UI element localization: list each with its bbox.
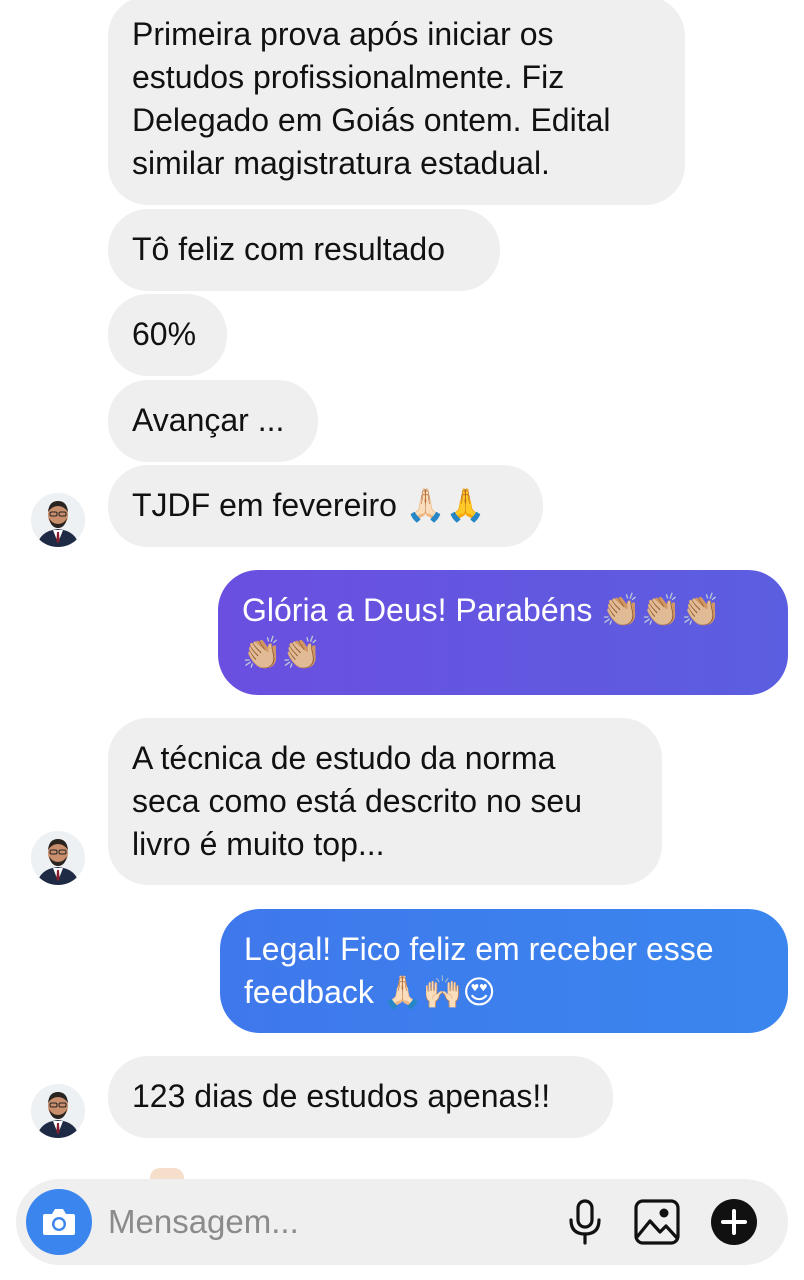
message-bubble-outgoing[interactable]: Glória a Deus! Parabéns 👏🏼👏🏼👏🏼 👏🏼👏🏼 [218, 570, 788, 695]
message-composer [16, 1179, 788, 1265]
avatar-image [31, 493, 85, 547]
microphone-icon [569, 1199, 601, 1245]
avatar-image [31, 831, 85, 885]
message-text: TJDF em fevereiro 🙏🏻🙏 [132, 487, 486, 523]
message-text: feedback 🙏🏻🙌🏻😍 [244, 974, 496, 1010]
contact-avatar[interactable] [31, 1084, 85, 1138]
message-text: Avançar ... [132, 402, 285, 438]
message-text: Tô feliz com resultado [132, 231, 446, 267]
message-text: Legal! Fico feliz em receber esse [244, 931, 714, 967]
message-bubble-incoming[interactable]: A técnica de estudo da norma seca como e… [108, 718, 662, 885]
camera-icon [43, 1209, 75, 1235]
message-bubble-incoming[interactable]: Avançar ... [108, 380, 318, 462]
message-text: estudos profissionalmente. Fiz [132, 59, 565, 95]
contact-avatar[interactable] [31, 831, 85, 885]
message-bubble-incoming[interactable]: 60% [108, 294, 227, 376]
message-bubble-incoming[interactable]: Primeira prova após iniciar os estudos p… [108, 0, 685, 205]
message-bubble-incoming[interactable]: 123 dias de estudos apenas!! [108, 1056, 613, 1138]
message-text: 123 dias de estudos apenas!! [132, 1078, 551, 1114]
message-text: Delegado em Goiás ontem. Edital [132, 102, 611, 138]
message-text: 👏🏼👏🏼 [242, 635, 322, 671]
gallery-button[interactable] [632, 1197, 682, 1247]
image-icon [634, 1199, 680, 1245]
message-text: seca como está descrito no seu [132, 783, 583, 819]
message-bubble-incoming[interactable]: Tô feliz com resultado [108, 209, 500, 291]
contact-avatar[interactable] [31, 493, 85, 547]
microphone-button[interactable] [560, 1197, 610, 1247]
message-text: A técnica de estudo da norma [132, 740, 556, 776]
plus-circle-icon [711, 1199, 757, 1245]
message-text: 60% [132, 316, 197, 352]
message-text: livro é muito top... [132, 826, 385, 862]
message-text: Primeira prova após iniciar os [132, 16, 554, 52]
message-bubble-outgoing[interactable]: Legal! Fico feliz em receber esse feedba… [220, 909, 788, 1033]
chat-screen: Primeira prova após iniciar os estudos p… [0, 0, 804, 1280]
message-input[interactable] [108, 1199, 538, 1245]
message-text: similar magistratura estadual. [132, 145, 550, 181]
avatar-image [31, 1084, 85, 1138]
message-text: Glória a Deus! Parabéns 👏🏼👏🏼👏🏼 [242, 592, 721, 628]
message-bubble-incoming[interactable]: TJDF em fevereiro 🙏🏻🙏 [108, 465, 543, 547]
add-button[interactable] [709, 1197, 759, 1247]
camera-button[interactable] [26, 1189, 92, 1255]
